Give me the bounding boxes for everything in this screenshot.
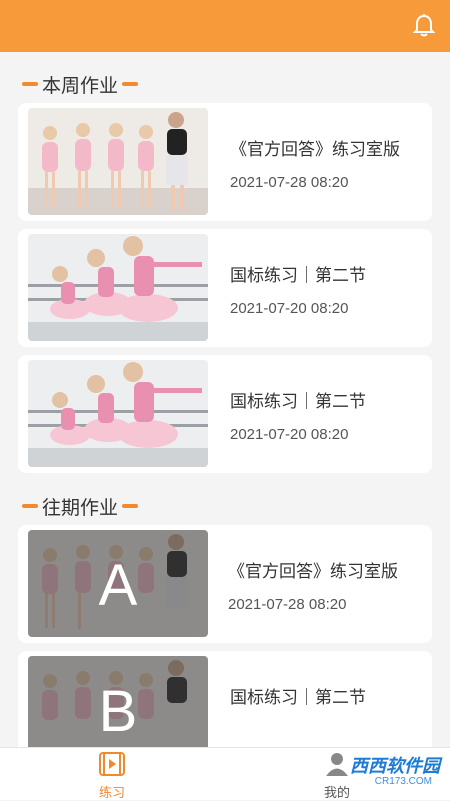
watermark-subtext: CR173.COM — [374, 776, 432, 787]
homework-title: 《官方回答》练习室版 — [230, 140, 400, 159]
homework-date: 2021-07-20 08:20 — [230, 300, 349, 317]
section-title-past: 往期作业 — [22, 492, 139, 520]
homework-card[interactable]: 国标练习｜第二节 2021-07-20 08:20 — [18, 355, 432, 473]
title-dash — [122, 504, 139, 508]
section-title-this-week: 本周作业 — [22, 70, 139, 98]
homework-card[interactable]: 国标练习｜第二节 2021-07-20 08:20 — [18, 229, 432, 347]
title-dash — [122, 82, 139, 86]
dance-thumbnail-image: A — [28, 530, 208, 637]
tab-label: 我的 — [323, 785, 350, 800]
grade-letter: A — [98, 553, 138, 618]
homework-title: 国标练习｜第二节 — [230, 392, 366, 411]
dance-thumbnail-image — [28, 234, 208, 341]
bell-icon[interactable] — [412, 13, 436, 39]
homework-title: 《官方回答》练习室版 — [228, 562, 398, 581]
dance-thumbnail-image — [28, 108, 208, 215]
title-dash — [22, 82, 38, 86]
homework-card[interactable]: 《官方回答》练习室版 2021-07-28 08:20 — [18, 103, 432, 221]
homework-date: 2021-07-20 08:20 — [230, 426, 349, 443]
homework-title: 国标练习｜第二节 — [230, 688, 366, 707]
title-dash — [22, 504, 38, 508]
tab-label: 练习 — [98, 785, 125, 800]
homework-title: 国标练习｜第二节 — [230, 266, 366, 285]
homework-date: 2021-07-28 08:20 — [228, 596, 347, 613]
grade-letter: B — [98, 679, 138, 744]
section-title-text: 本周作业 — [42, 75, 119, 97]
user-icon — [326, 753, 348, 776]
top-bar — [0, 0, 450, 52]
homework-date: 2021-07-28 08:20 — [230, 174, 349, 191]
video-icon — [99, 752, 125, 776]
section-title-text: 往期作业 — [42, 497, 119, 519]
past-homework-card[interactable]: A 《官方回答》练习室版 2021-07-28 08:20 — [18, 525, 432, 643]
tab-practice[interactable]: 练习 — [82, 751, 142, 801]
dance-thumbnail-image — [28, 360, 208, 467]
watermark-logo: 西西软件园 — [350, 756, 440, 776]
